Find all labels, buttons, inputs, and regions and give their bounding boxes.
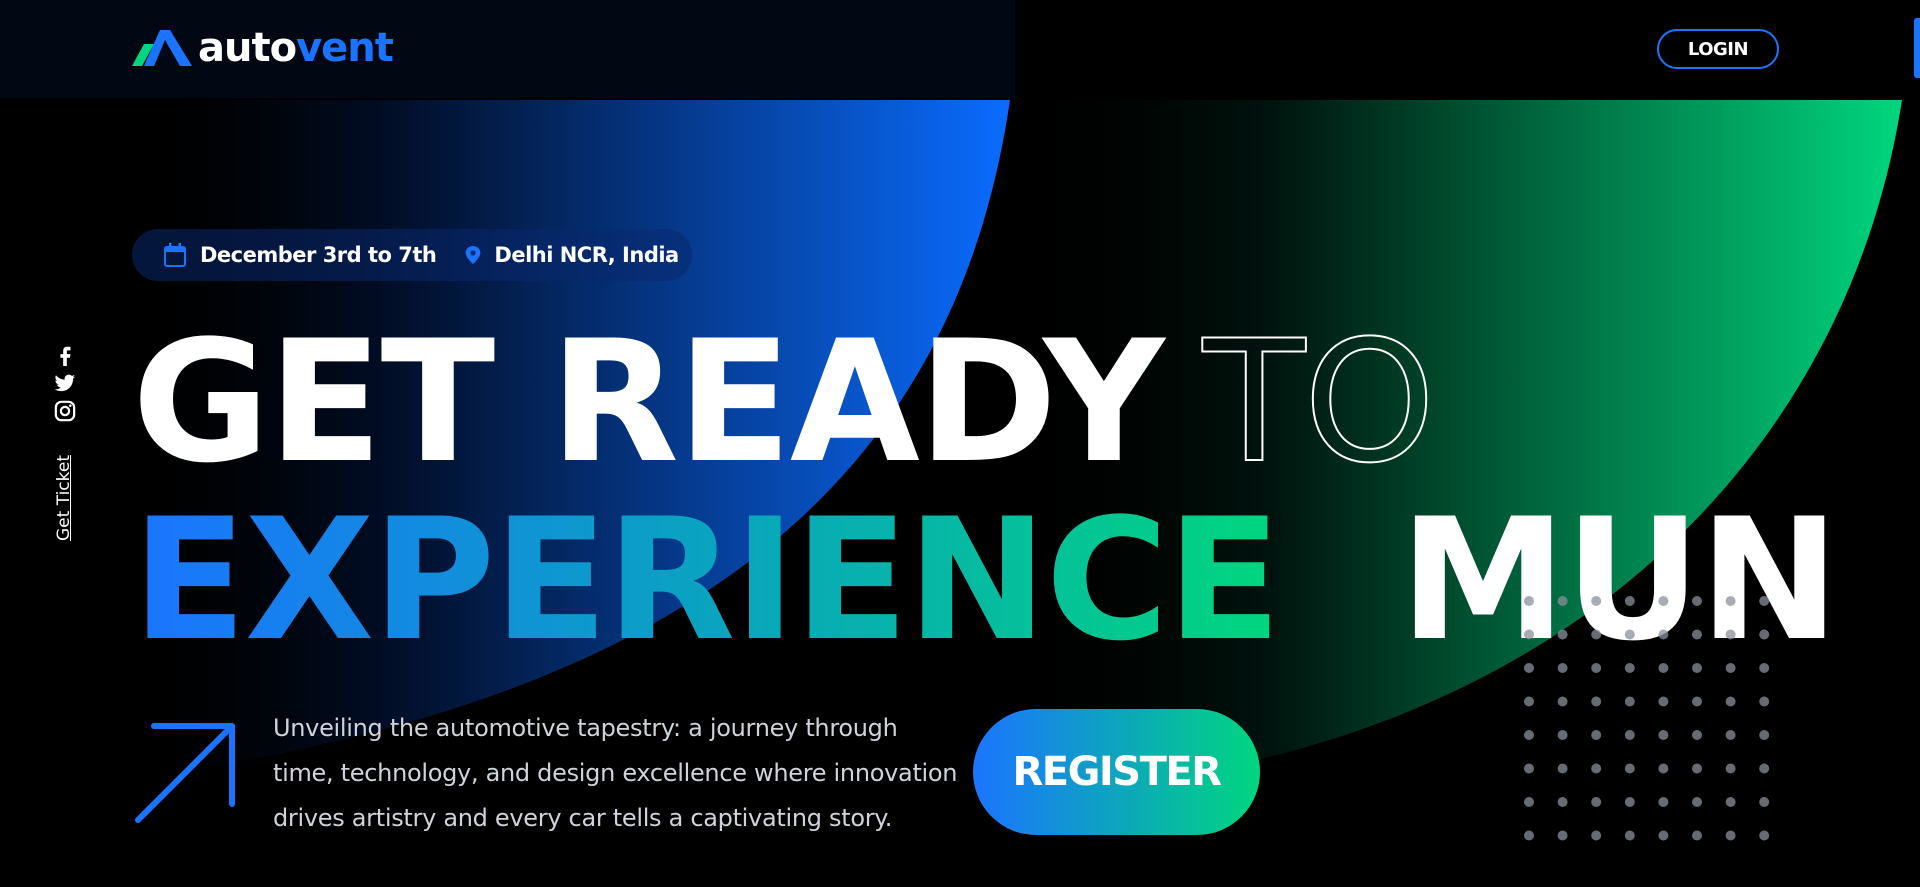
decor-dot	[1524, 730, 1534, 740]
event-date-text: December 3rd to 7th	[200, 243, 437, 267]
decor-dot	[1624, 763, 1635, 774]
decor-dot	[1591, 830, 1602, 841]
decor-dot	[1524, 763, 1534, 774]
instagram-icon[interactable]	[54, 400, 76, 422]
decor-dot	[1557, 797, 1568, 807]
dot-grid-decoration	[1524, 596, 1770, 841]
decor-dot	[1759, 730, 1770, 740]
decor-dot	[1725, 629, 1736, 640]
logo-mark-icon	[132, 30, 192, 66]
decor-dot	[1591, 763, 1602, 774]
logo-text-vent: vent	[296, 25, 394, 71]
register-button[interactable]: REGISTER	[973, 709, 1260, 835]
decor-dot	[1591, 596, 1602, 606]
decor-dot	[1725, 763, 1736, 774]
social-links	[52, 344, 78, 422]
landing-page: autovent LOGIN December 3rd to 7th Delhi…	[0, 0, 1920, 887]
decor-dot	[1725, 663, 1736, 673]
decor-dot	[1624, 629, 1635, 640]
decor-dot	[1591, 663, 1602, 673]
decor-dot	[1624, 596, 1635, 606]
arrow-up-right-icon	[135, 723, 235, 823]
headline-to: TO	[1202, 304, 1437, 500]
scrollbar-thumb[interactable]	[1914, 18, 1920, 78]
event-location-text: Delhi NCR, India	[494, 243, 679, 267]
headline-get-ready: GET READY	[132, 304, 1165, 500]
decor-dot	[1524, 696, 1534, 707]
decor-dot	[1759, 596, 1770, 606]
event-info-pill: December 3rd to 7th Delhi NCR, India	[132, 229, 692, 281]
decor-dot	[1759, 830, 1770, 841]
decor-dot	[1557, 596, 1568, 606]
facebook-icon[interactable]	[54, 344, 76, 366]
decor-dot	[1692, 696, 1702, 707]
decor-dot	[1692, 797, 1702, 807]
logo-text-auto: auto	[198, 25, 297, 71]
event-location: Delhi NCR, India	[464, 243, 679, 267]
calendar-icon	[164, 243, 186, 267]
decor-dot	[1658, 830, 1669, 841]
decor-dot	[1759, 797, 1770, 807]
decor-dot	[1557, 629, 1568, 640]
headline-experience: EXPERIENCE	[132, 482, 1281, 678]
decor-dot	[1658, 797, 1669, 807]
decor-dot	[1725, 730, 1736, 740]
decor-dot	[1658, 763, 1669, 774]
decor-dot	[1524, 830, 1534, 841]
decor-dot	[1524, 663, 1534, 673]
decor-dot	[1692, 596, 1702, 606]
decor-dot	[1658, 663, 1669, 673]
event-date: December 3rd to 7th	[164, 243, 437, 267]
decor-dot	[1759, 696, 1770, 707]
decor-dot	[1624, 830, 1635, 841]
login-button[interactable]: LOGIN	[1657, 29, 1779, 69]
decor-dot	[1624, 696, 1635, 707]
decor-dot	[1591, 629, 1602, 640]
decor-dot	[1692, 830, 1702, 841]
decor-dot	[1624, 797, 1635, 807]
decor-dot	[1591, 797, 1602, 807]
decor-dot	[1591, 696, 1602, 707]
get-ticket-link[interactable]: Get Ticket	[54, 455, 74, 541]
decor-dot	[1557, 696, 1568, 707]
logo-wordmark: autovent	[198, 25, 394, 71]
decor-dot	[1624, 730, 1635, 740]
decor-dot	[1725, 596, 1736, 606]
decor-dot	[1658, 629, 1669, 640]
decor-dot	[1692, 663, 1702, 673]
hero-headline-line1: GET READY TO	[132, 304, 1437, 500]
decor-dot	[1658, 730, 1669, 740]
decor-dot	[1725, 830, 1736, 841]
map-pin-icon	[466, 246, 481, 264]
decor-dot	[1692, 629, 1702, 640]
decor-dot	[1557, 730, 1568, 740]
decor-dot	[1759, 663, 1770, 673]
decor-dot	[1557, 663, 1568, 673]
decor-dot	[1692, 730, 1702, 740]
decor-dot	[1557, 830, 1568, 841]
decor-dot	[1591, 730, 1602, 740]
decor-dot	[1658, 696, 1669, 707]
decor-dot	[1524, 596, 1534, 606]
decor-dot	[1524, 629, 1534, 640]
decor-dot	[1557, 763, 1568, 774]
decor-dot	[1725, 696, 1736, 707]
decor-dot	[1725, 797, 1736, 807]
decor-dot	[1658, 596, 1669, 606]
decor-dot	[1759, 763, 1770, 774]
decor-dot	[1759, 629, 1770, 640]
twitter-icon[interactable]	[54, 372, 76, 394]
decor-dot	[1624, 663, 1635, 673]
decor-dot	[1692, 763, 1702, 774]
hero-tagline: Unveiling the automotive tapestry: a jou…	[273, 714, 958, 832]
decor-dot	[1524, 797, 1534, 807]
brand-logo[interactable]: autovent	[132, 25, 394, 71]
